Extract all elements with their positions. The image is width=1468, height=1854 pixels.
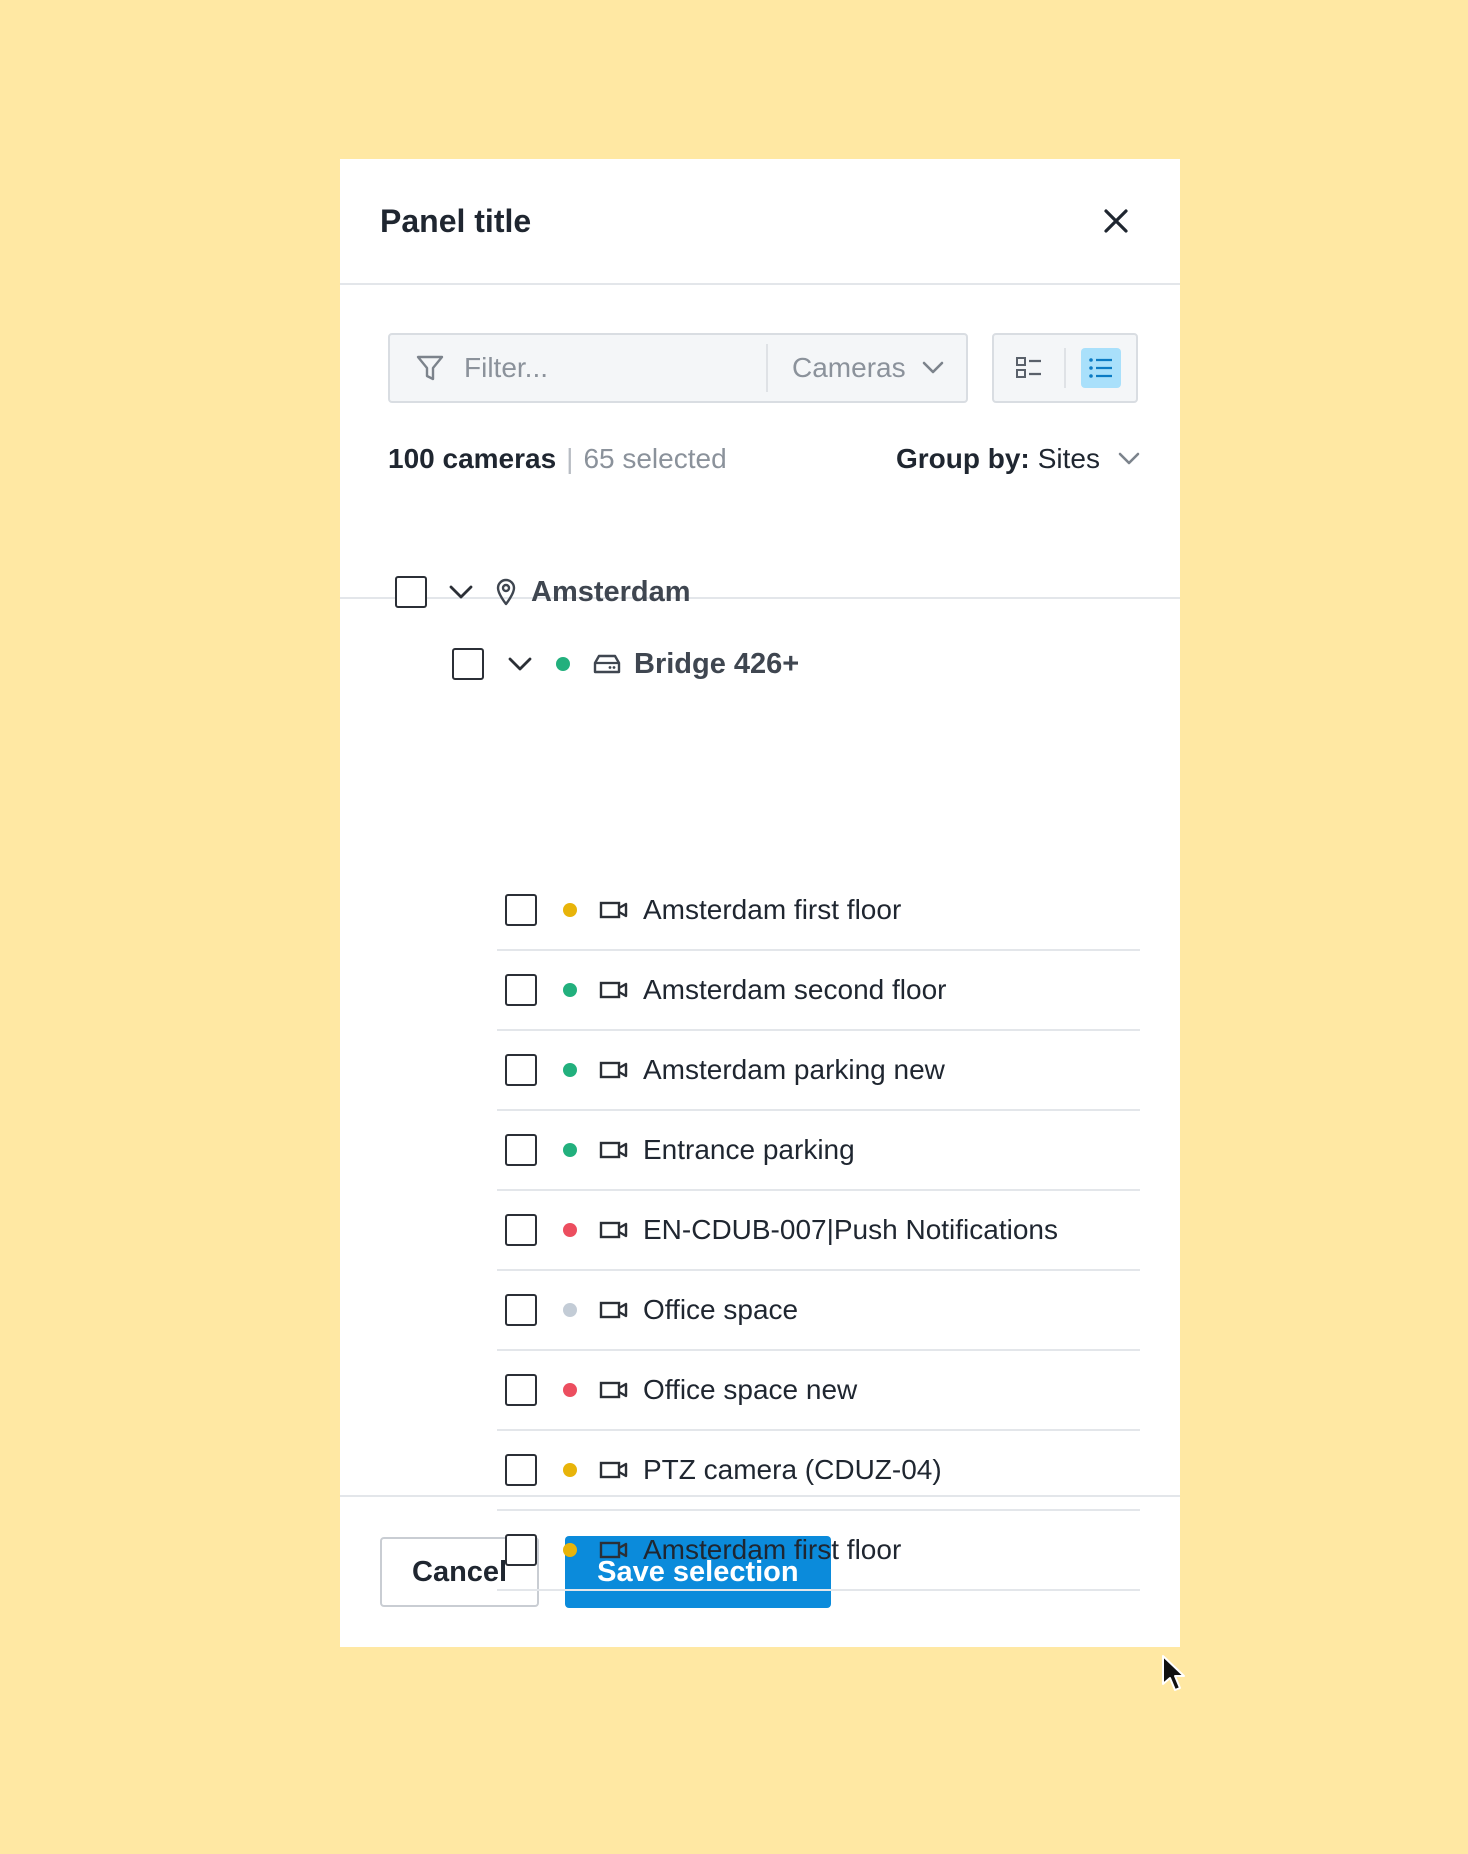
site-checkbox[interactable] — [395, 576, 427, 608]
site-name: Amsterdam — [531, 575, 691, 608]
video-camera-icon — [599, 900, 629, 920]
view-toggle-divider — [1063, 348, 1066, 388]
selected-count: 65 selected — [583, 443, 727, 474]
camera-row[interactable]: EN-CDUB-007|Push Notifications — [497, 1191, 1140, 1271]
panel-title: Panel title — [380, 202, 532, 239]
summary-row: 100 cameras | 65 selected Group by: Sites — [388, 443, 1140, 475]
camera-status-dot — [563, 1463, 577, 1477]
camera-name: Amsterdam parking new — [643, 1054, 945, 1085]
camera-count: 100 cameras — [388, 443, 557, 474]
selection-summary: 100 cameras | 65 selected — [388, 443, 727, 475]
camera-checkbox[interactable] — [505, 1374, 537, 1406]
camera-name: PTZ camera (CDUZ-04) — [643, 1454, 942, 1485]
camera-checkbox[interactable] — [505, 1534, 537, 1566]
device-checkbox[interactable] — [452, 648, 484, 680]
site-expand-toggle[interactable] — [445, 576, 477, 608]
filter-icon — [412, 350, 448, 386]
type-select-value: Cameras — [792, 352, 906, 383]
video-camera-icon — [599, 1220, 629, 1240]
video-camera-icon — [599, 980, 629, 1000]
video-camera-icon — [599, 1380, 629, 1400]
chevron-down-icon — [508, 657, 532, 671]
camera-row[interactable]: Entrance parking — [497, 1111, 1140, 1191]
camera-row[interactable]: Amsterdam parking new — [497, 1031, 1140, 1111]
chevron-down-icon — [449, 585, 473, 599]
camera-status-dot — [563, 1303, 577, 1317]
mouse-cursor-icon — [1162, 1655, 1185, 1691]
camera-status-dot — [563, 1543, 577, 1557]
list-icon — [1088, 358, 1112, 378]
camera-checkbox[interactable] — [505, 974, 537, 1006]
grouped-list-icon — [1016, 357, 1042, 378]
close-button[interactable] — [1092, 197, 1140, 245]
camera-row[interactable]: PTZ camera (CDUZ-04) — [497, 1431, 1140, 1511]
group-by-value: Sites — [1037, 443, 1100, 474]
camera-row[interactable]: Amsterdam second floor — [497, 951, 1140, 1031]
camera-status-dot — [563, 903, 577, 917]
video-camera-icon — [599, 1540, 629, 1560]
filter-input[interactable] — [462, 351, 766, 385]
grouped-view-button[interactable] — [1009, 348, 1049, 388]
filter-bar: Cameras — [388, 333, 968, 403]
camera-checkbox[interactable] — [505, 1134, 537, 1166]
video-camera-icon — [599, 1060, 629, 1080]
camera-name: EN-CDUB-007|Push Notifications — [643, 1214, 1058, 1245]
camera-status-dot — [563, 983, 577, 997]
video-camera-icon — [599, 1460, 629, 1480]
camera-row[interactable]: Amsterdam first floor — [497, 871, 1140, 951]
camera-checkbox[interactable] — [505, 1454, 537, 1486]
type-select[interactable]: Cameras — [768, 335, 966, 401]
camera-name: Entrance parking — [643, 1134, 855, 1165]
camera-status-dot — [563, 1063, 577, 1077]
camera-checkbox[interactable] — [505, 1294, 537, 1326]
tree-device-row[interactable]: Bridge 426+ — [452, 624, 799, 704]
camera-name: Amsterdam first floor — [643, 1534, 902, 1565]
camera-name: Office space new — [643, 1374, 858, 1405]
chevron-down-icon — [922, 361, 944, 374]
tree-site-row[interactable]: Amsterdam — [395, 552, 691, 632]
filter-row: Cameras — [388, 333, 1140, 403]
camera-checkbox[interactable] — [505, 1214, 537, 1246]
video-camera-icon — [599, 1140, 629, 1160]
summary-separator: | — [566, 443, 574, 474]
group-by-select[interactable]: Group by: Sites — [896, 443, 1140, 475]
view-toggle — [992, 333, 1138, 403]
device-status-dot — [556, 657, 570, 671]
camera-name: Office space — [643, 1294, 799, 1325]
bridge-device-icon — [592, 653, 622, 675]
list-view-button[interactable] — [1080, 348, 1121, 388]
panel-header: Panel title — [340, 159, 1180, 285]
camera-status-dot — [563, 1223, 577, 1237]
camera-status-dot — [563, 1143, 577, 1157]
chevron-down-icon — [1118, 452, 1140, 466]
device-expand-toggle[interactable] — [504, 648, 536, 680]
close-icon — [1104, 209, 1128, 233]
camera-row[interactable]: Office space — [497, 1271, 1140, 1351]
camera-name: Amsterdam second floor — [643, 974, 947, 1005]
device-name: Bridge 426+ — [634, 647, 800, 680]
camera-checkbox[interactable] — [505, 1054, 537, 1086]
group-by-label: Group by: — [895, 443, 1030, 474]
camera-checkbox[interactable] — [505, 894, 537, 926]
camera-name: Amsterdam first floor — [643, 894, 902, 925]
location-pin-icon — [495, 578, 517, 606]
video-camera-icon — [599, 1300, 629, 1320]
camera-status-dot — [563, 1383, 577, 1397]
camera-row[interactable]: Amsterdam first floor — [497, 1511, 1140, 1591]
camera-row[interactable]: Office space new — [497, 1351, 1140, 1431]
